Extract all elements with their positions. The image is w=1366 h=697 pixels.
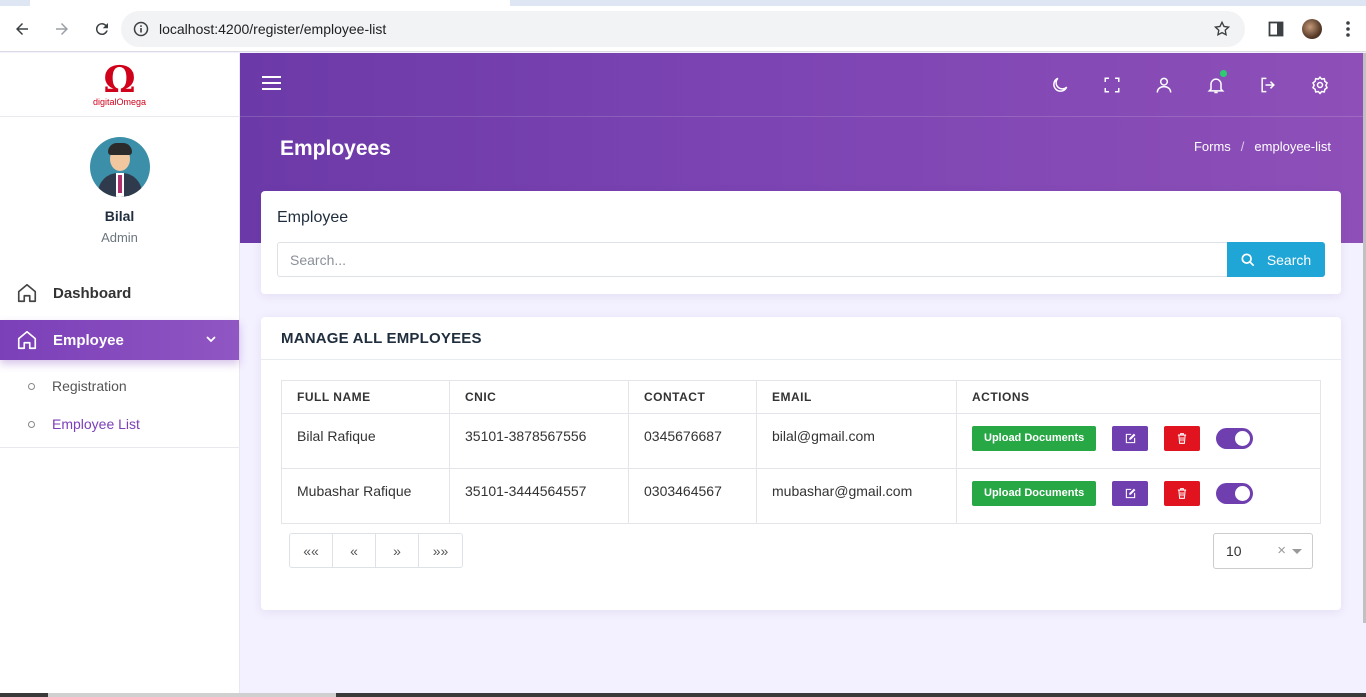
submenu-item-label: Employee List: [52, 416, 140, 432]
bookmark-star-icon[interactable]: [1213, 20, 1231, 43]
search-button-label: Search: [1266, 251, 1312, 268]
breadcrumb-item-current: employee-list: [1254, 139, 1331, 154]
browser-menu-icon[interactable]: [1330, 11, 1366, 47]
pager-first[interactable]: ««: [290, 534, 333, 567]
employees-table: FULL NAME CNIC CONTACT EMAIL ACTIONS Bil…: [281, 380, 1321, 524]
edit-icon: [1125, 488, 1136, 499]
column-header-full-name[interactable]: FULL NAME: [281, 380, 450, 414]
breadcrumb-item-forms[interactable]: Forms: [1194, 139, 1231, 154]
table-header-row: FULL NAME CNIC CONTACT EMAIL ACTIONS: [281, 380, 1321, 414]
column-header-cnic[interactable]: CNIC: [449, 380, 629, 414]
edit-button[interactable]: [1112, 481, 1149, 506]
reload-icon[interactable]: [84, 11, 120, 47]
edit-button[interactable]: [1112, 426, 1149, 451]
page-title: Employees: [280, 137, 391, 160]
edit-icon: [1125, 433, 1136, 444]
user-icon[interactable]: [1138, 73, 1190, 97]
top-navbar: [240, 53, 1363, 117]
user-profile: Bilal Admin: [0, 137, 239, 245]
browser-toolbar: localhost:4200/register/employee-list: [0, 6, 1366, 52]
forward-icon[interactable]: [44, 11, 80, 47]
user-role: Admin: [101, 230, 138, 245]
bell-icon[interactable]: [1190, 70, 1242, 97]
cell-full-name: Mubashar Rafique: [281, 468, 450, 524]
status-toggle[interactable]: [1216, 483, 1254, 504]
cell-contact: 0303464567: [628, 468, 757, 524]
cell-actions: Upload Documents: [956, 468, 1321, 524]
logout-icon[interactable]: [1242, 73, 1294, 97]
cell-actions: Upload Documents: [956, 413, 1321, 469]
pager-prev[interactable]: «: [333, 534, 376, 567]
submenu-item-employee-list[interactable]: Employee List: [0, 405, 239, 443]
search-button[interactable]: Search: [1227, 242, 1325, 277]
search-card-title: Employee: [277, 209, 349, 226]
address-bar[interactable]: localhost:4200/register/employee-list: [121, 11, 1245, 47]
trash-icon: [1178, 433, 1187, 444]
sidebar-item-employee[interactable]: Employee: [0, 320, 239, 360]
trash-icon: [1178, 488, 1187, 499]
taskbar-strip: [0, 693, 1366, 697]
search-card: Employee Search: [261, 191, 1341, 294]
page-size-select[interactable]: 10 ×: [1213, 533, 1313, 569]
fullscreen-icon[interactable]: [1086, 73, 1138, 97]
cell-email: mubashar@gmail.com: [756, 468, 957, 524]
home-icon: [17, 283, 37, 303]
column-header-email[interactable]: EMAIL: [756, 380, 957, 414]
logo-text: digitalOmega: [92, 96, 147, 107]
sidebar-item-label: Employee: [53, 331, 124, 349]
logo-symbol: Ω: [103, 58, 136, 101]
logo[interactable]: Ω digitalOmega: [0, 53, 239, 117]
submenu-item-label: Registration: [52, 378, 127, 394]
moon-icon[interactable]: [1034, 73, 1086, 97]
bullet-icon: [28, 382, 35, 390]
cell-cnic: 35101-3878567556: [449, 413, 629, 469]
employee-submenu: Registration Employee List: [0, 367, 239, 448]
table-row: Bilal Rafique 35101-3878567556 034567668…: [281, 413, 1321, 469]
avatar: [89, 137, 150, 197]
site-info-icon[interactable]: [123, 21, 159, 37]
sidebar-menu: Dashboard Employee Registration Employee…: [0, 273, 239, 448]
url-text[interactable]: localhost:4200/register/employee-list: [159, 21, 386, 37]
pager-next[interactable]: »: [376, 534, 419, 567]
sidebar: Ω digitalOmega Bilal Admin Dashboard Emp…: [0, 53, 240, 697]
side-panel-icon[interactable]: [1258, 11, 1294, 47]
search-icon: [1241, 252, 1255, 266]
search-input[interactable]: [277, 242, 1228, 277]
breadcrumb: Forms / employee-list: [1194, 139, 1331, 154]
bullet-icon: [28, 420, 35, 428]
back-icon[interactable]: [4, 11, 40, 47]
submenu-item-registration[interactable]: Registration: [0, 367, 239, 405]
user-name: Bilal: [104, 208, 135, 224]
caret-down-icon[interactable]: [1292, 549, 1302, 554]
profile-avatar-icon[interactable]: [1294, 11, 1330, 47]
page-size-value: 10: [1226, 543, 1242, 559]
menu-toggle-icon[interactable]: [262, 75, 282, 96]
cell-email: bilal@gmail.com: [756, 413, 957, 469]
status-toggle[interactable]: [1216, 428, 1254, 449]
cell-contact: 0345676687: [628, 413, 757, 469]
home-icon: [17, 330, 37, 350]
column-header-contact[interactable]: CONTACT: [628, 380, 757, 414]
pager-last[interactable]: »»: [419, 534, 462, 567]
chevron-down-icon: [206, 336, 216, 343]
upload-documents-button[interactable]: Upload Documents: [972, 426, 1097, 451]
notification-dot: [1220, 70, 1227, 77]
settings-icon[interactable]: [1294, 73, 1346, 97]
table-row: Mubashar Rafique 35101-3444564557 030346…: [281, 468, 1321, 524]
clear-icon[interactable]: ×: [1277, 542, 1286, 559]
pagination: «« « » »»: [289, 533, 463, 568]
sidebar-item-label: Dashboard: [53, 284, 132, 302]
employees-table-card: MANAGE ALL EMPLOYEES FULL NAME CNIC CONT…: [261, 317, 1341, 610]
delete-button[interactable]: [1164, 481, 1201, 506]
breadcrumb-separator: /: [1240, 139, 1245, 154]
upload-documents-button[interactable]: Upload Documents: [972, 481, 1097, 506]
cell-full-name: Bilal Rafique: [281, 413, 450, 469]
sidebar-item-dashboard[interactable]: Dashboard: [0, 273, 239, 313]
cell-cnic: 35101-3444564557: [449, 468, 629, 524]
table-card-title: MANAGE ALL EMPLOYEES: [261, 317, 1341, 360]
delete-button[interactable]: [1164, 426, 1201, 451]
column-header-actions: ACTIONS: [956, 380, 1321, 414]
